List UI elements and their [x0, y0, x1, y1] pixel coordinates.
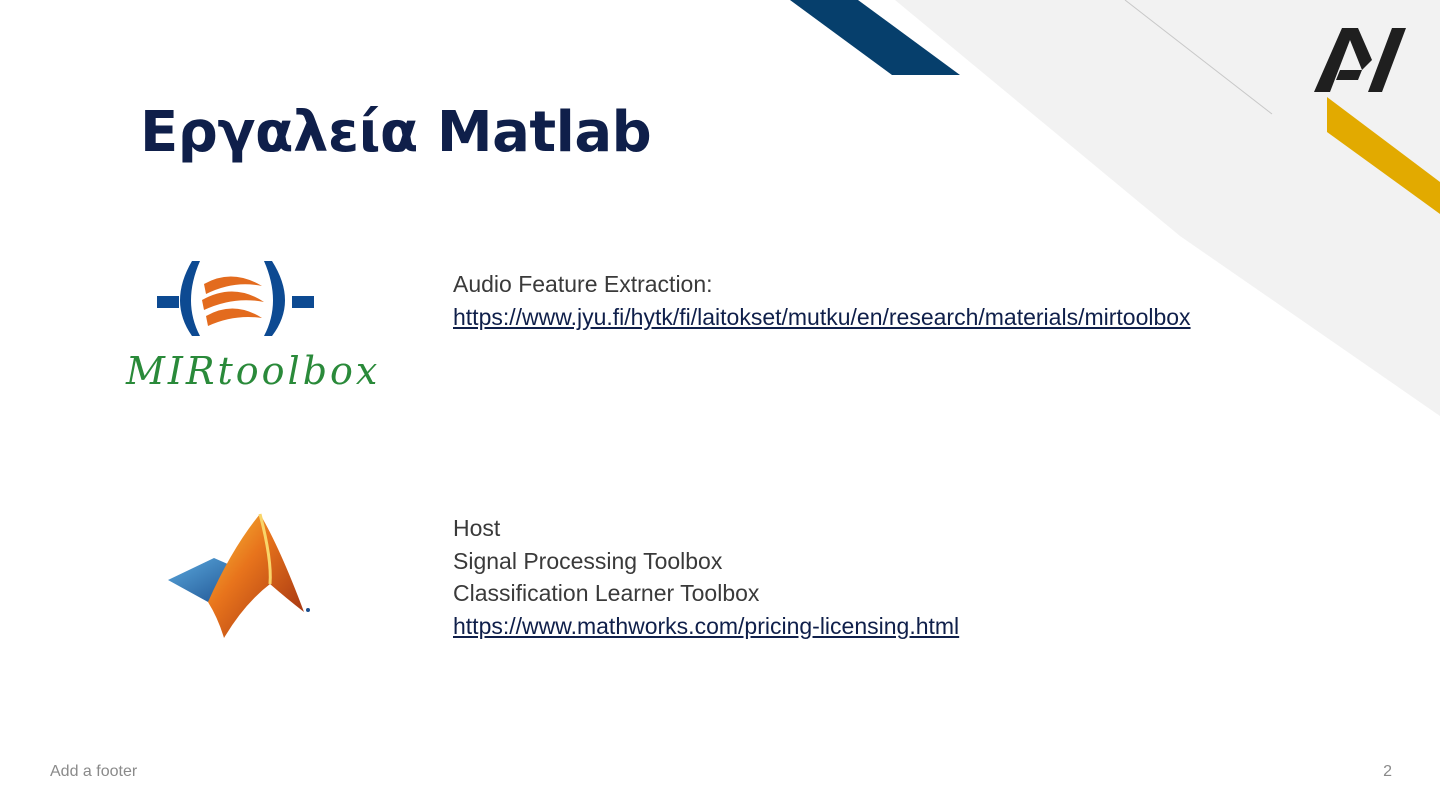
mirtoolbox-link[interactable]: https://www.jyu.fi/hytk/fi/laitokset/mut…	[453, 301, 1263, 334]
mirtoolbox-logo: MIRtoolbox	[122, 256, 382, 396]
mathworks-pricing-link[interactable]: https://www.mathworks.com/pricing-licens…	[453, 610, 1153, 643]
text-line: Classification Learner Toolbox	[453, 580, 760, 606]
matlab-description: Host Signal Processing Toolbox Classific…	[453, 512, 1153, 642]
av-monogram-logo-icon	[1314, 28, 1406, 92]
mirtoolbox-logo-text: MIRtoolbox	[125, 349, 380, 393]
mirtoolbox-description: Audio Feature Extraction: https://www.jy…	[453, 268, 1263, 333]
text-line: Signal Processing Toolbox	[453, 547, 723, 574]
text-line: Host	[453, 515, 501, 541]
slide-title: Εργαλεία Matlab	[140, 99, 652, 165]
text-line: Audio Feature Extraction:	[453, 271, 713, 297]
slide-footer: Add a footer	[50, 763, 138, 780]
matlab-logo	[162, 508, 318, 644]
matlab-membrane-logo-icon	[168, 513, 310, 638]
page-number: 2	[1383, 763, 1392, 780]
mirtoolbox-logo-icon: MIRtoolbox	[125, 261, 380, 393]
